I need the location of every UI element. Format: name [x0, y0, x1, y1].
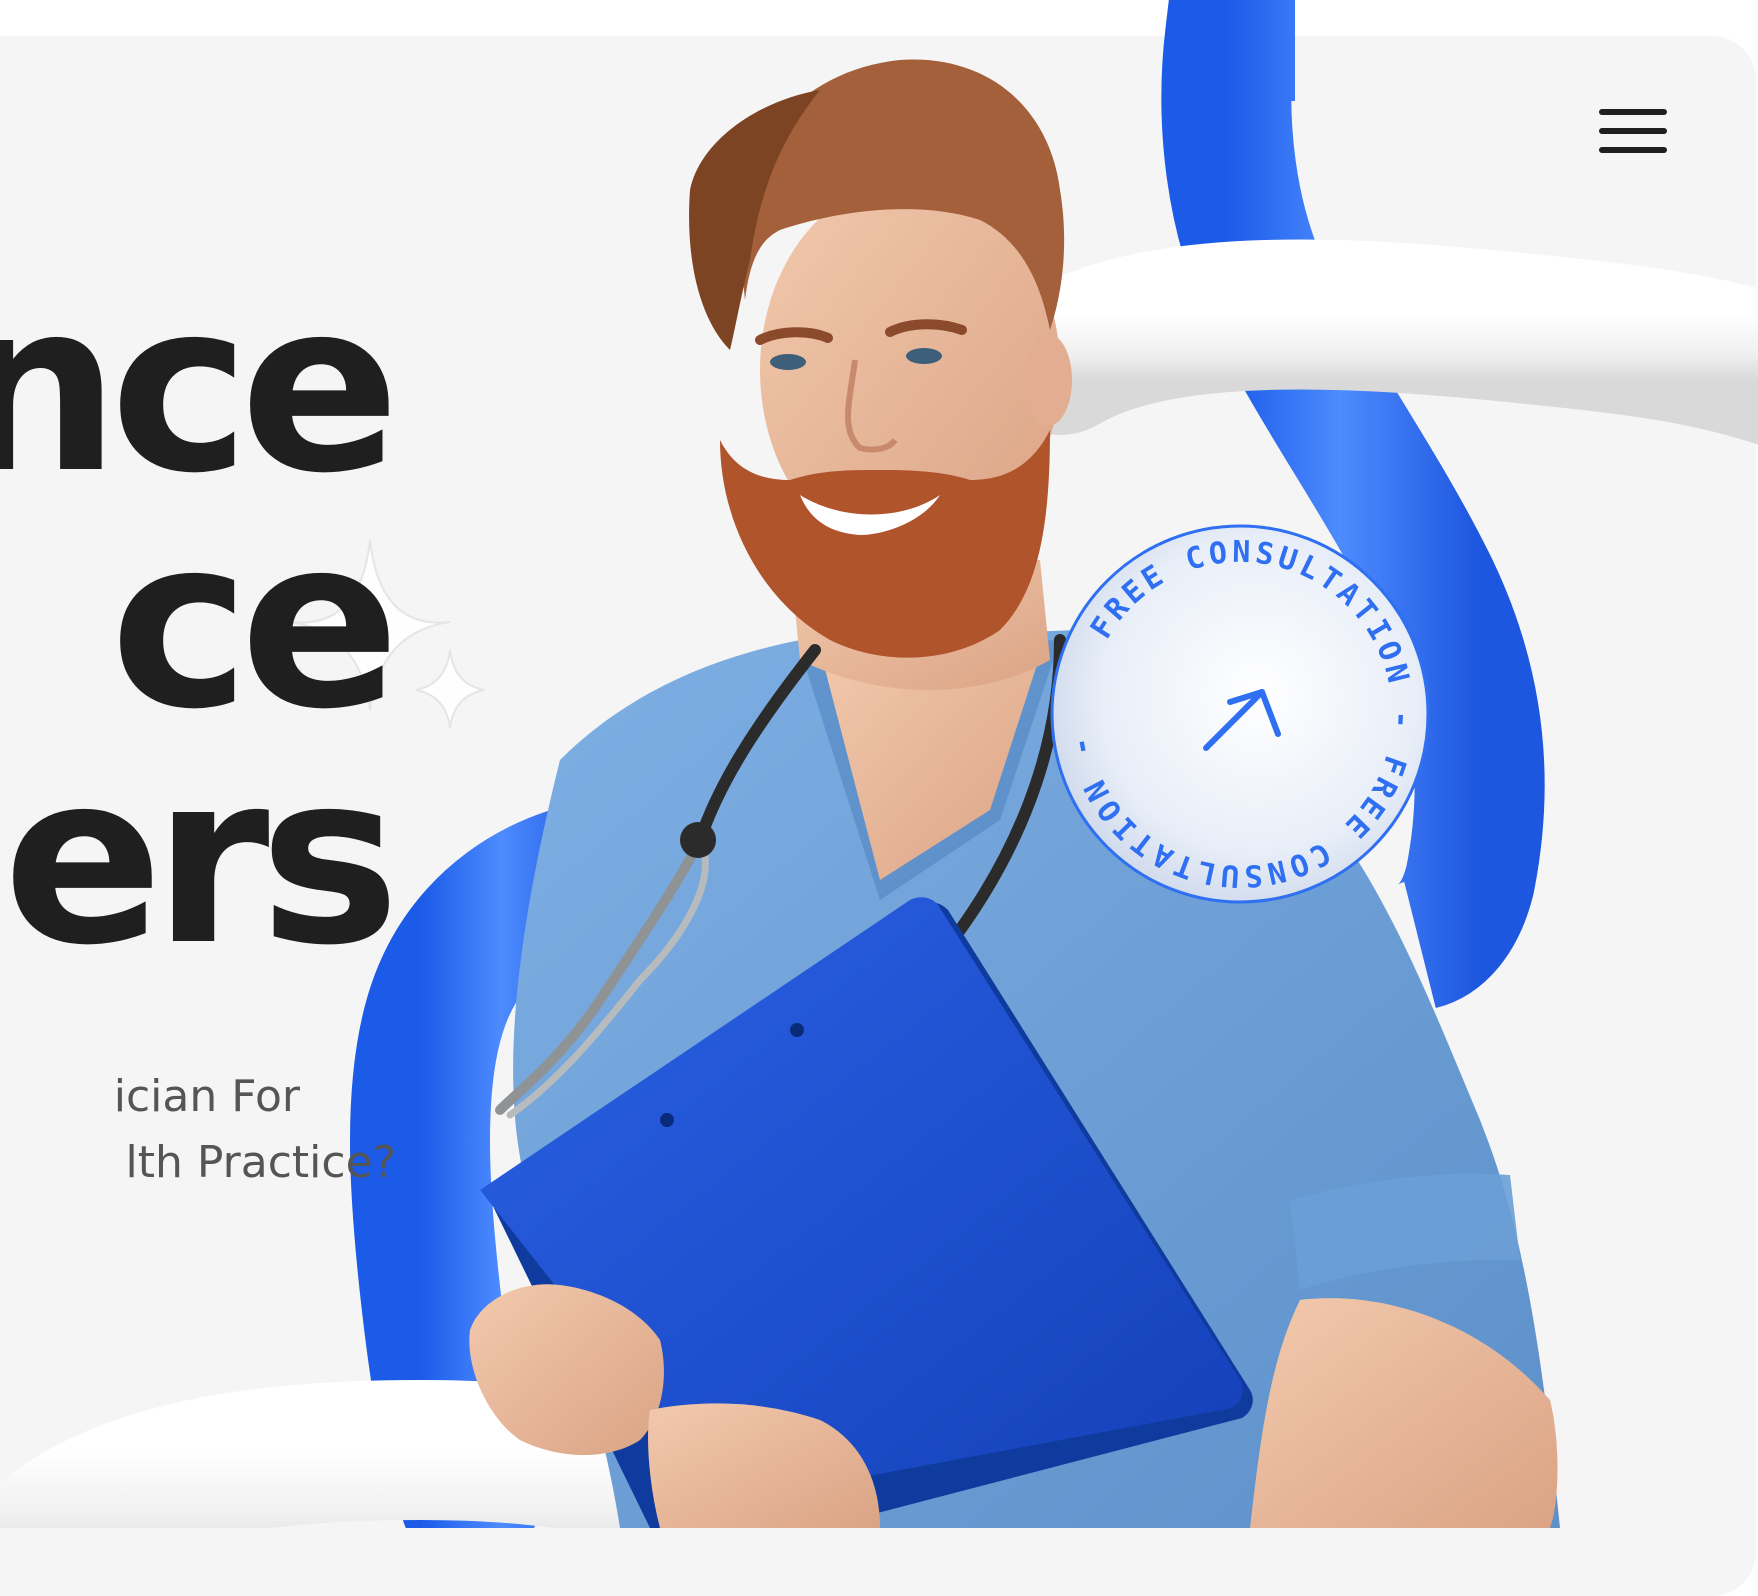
- headline-line-1: nce: [0, 250, 400, 525]
- menu-button[interactable]: [1590, 96, 1676, 166]
- hero-subtext: ician For lth Practice?: [0, 1064, 396, 1196]
- headline-line-2: ce: [110, 486, 400, 761]
- hero-scene: nce ce ers ician For lth Practice? FREE …: [0, 0, 1758, 1528]
- headline-line-3: ers: [3, 722, 400, 997]
- free-consultation-badge[interactable]: FREE CONSULTATION - FREE CONSULTATION -: [1050, 524, 1430, 904]
- hero-headline: nce ce ers: [0, 250, 400, 997]
- subtext-line-1: ician For: [113, 1071, 300, 1122]
- arrow-up-left-icon: [1203, 689, 1281, 751]
- subtext-line-2: lth Practice?: [125, 1137, 396, 1188]
- hamburger-menu-icon: [1599, 109, 1667, 153]
